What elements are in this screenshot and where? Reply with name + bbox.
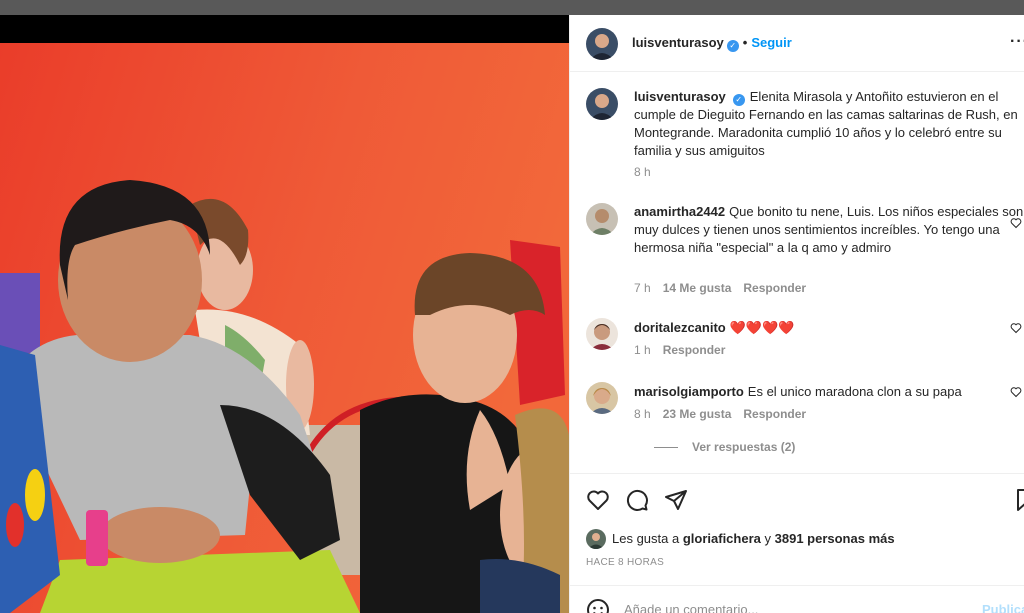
browser-top-bar	[0, 0, 1024, 15]
liker-avatar[interactable]	[586, 529, 606, 549]
comment-item: anamirtha2442 Que bonito tu nene, Luis. L…	[586, 203, 1023, 303]
comment-text: ❤️❤️❤️❤️	[729, 320, 795, 335]
view-replies-label[interactable]: Ver respuestas (2)	[692, 440, 795, 454]
post-actions: Les gusta a gloriafichera y 3891 persona…	[570, 473, 1024, 593]
commenter-username[interactable]: doritalezcanito	[634, 320, 726, 335]
author-username[interactable]: luisventurasoy	[632, 35, 724, 50]
heart-icon[interactable]	[1010, 322, 1022, 337]
comment-text: Es el unico maradona clon a su papa	[747, 384, 962, 399]
comment-item: marisolgiamporto Es el unico maradona clo…	[586, 382, 1022, 462]
caption: luisventurasoy ✓ Elenita Mirasola y Antoñi…	[586, 88, 1018, 198]
caption-meta: 8 h	[634, 165, 663, 179]
comment-likes[interactable]: 23 Me gusta	[663, 407, 732, 421]
reply-button[interactable]: Responder	[663, 343, 726, 357]
publish-button[interactable]: Publicar	[982, 602, 1024, 613]
emoji-icon[interactable]	[586, 598, 610, 613]
comment-text-block: marisolgiamporto Es el unico maradona clo…	[634, 383, 1024, 401]
comment-text-block: doritalezcanito ❤️❤️❤️❤️	[634, 319, 1024, 337]
post-photo[interactable]	[0, 15, 569, 613]
likes-summary: Les gusta a gloriafichera y 3891 persona…	[612, 531, 895, 546]
heart-icon[interactable]	[1010, 386, 1022, 401]
post-details-panel: luisventurasoy✓•Seguir ··· luisventuraso…	[569, 15, 1024, 613]
comment-likes[interactable]: 14 Me gusta	[663, 281, 732, 295]
commenter-username[interactable]: anamirtha2442	[634, 204, 725, 219]
comment-meta: 7 h 14 Me gusta Responder	[634, 281, 818, 295]
heart-icon[interactable]	[586, 488, 610, 515]
caption-author-avatar[interactable]	[586, 88, 618, 120]
follow-button[interactable]: Seguir	[751, 35, 791, 50]
post-time-ago[interactable]: HACE 8 HORAS	[586, 557, 664, 568]
comment-input[interactable]: Añade un comentario...	[624, 602, 758, 613]
separator-dot: •	[742, 35, 748, 50]
verified-badge-icon: ✓	[726, 40, 739, 52]
comment-time[interactable]: 1 h	[634, 343, 651, 357]
commenter-username[interactable]: marisolgiamporto	[634, 384, 744, 399]
comment-meta: 8 h 23 Me gusta Responder	[634, 407, 818, 421]
verified-badge-icon: ✓	[732, 94, 745, 106]
share-icon[interactable]	[664, 488, 688, 515]
commenter-avatar[interactable]	[586, 382, 618, 414]
comment-meta: 1 h Responder	[634, 343, 737, 357]
caption-time[interactable]: 8 h	[634, 165, 651, 179]
likes-connector: y	[764, 531, 772, 546]
comment-text-block: anamirtha2442 Que bonito tu nene, Luis. L…	[634, 203, 1024, 257]
replies-line	[654, 447, 678, 449]
comment-icon[interactable]	[625, 488, 649, 515]
bookmark-icon[interactable]	[1016, 488, 1024, 515]
caption-author-username[interactable]: luisventurasoy	[634, 89, 726, 104]
reply-button[interactable]: Responder	[743, 407, 806, 421]
reply-button[interactable]: Responder	[743, 281, 806, 295]
author-avatar[interactable]	[586, 28, 618, 60]
header-user-line: luisventurasoy ✓ • Seguir	[632, 35, 792, 52]
more-options-icon[interactable]: ···	[1010, 33, 1024, 51]
comment-time[interactable]: 8 h	[634, 407, 651, 421]
liker-username[interactable]: gloriafichera	[683, 531, 761, 546]
add-comment-bar: Añade un comentario... Publicar	[570, 585, 1024, 613]
commenter-avatar[interactable]	[586, 203, 618, 235]
likes-others[interactable]: 3891 personas más	[775, 531, 895, 546]
comments-section: luisventurasoy ✓ Elenita Mirasola y Antoñi…	[570, 73, 1024, 473]
view-replies-button[interactable]: Ver respuestas (2)	[654, 440, 795, 454]
comment-item: doritalezcanito ❤️❤️❤️❤️ 1 h Responder	[586, 318, 1022, 368]
likes-prefix: Les gusta a	[612, 531, 680, 546]
caption-text-block: luisventurasoy ✓ Elenita Mirasola y Antoñi…	[634, 88, 1024, 160]
heart-icon[interactable]	[1010, 217, 1022, 232]
comment-time[interactable]: 7 h	[634, 281, 651, 295]
commenter-avatar[interactable]	[586, 318, 618, 350]
post-header: luisventurasoy✓•Seguir ···	[570, 15, 1024, 72]
